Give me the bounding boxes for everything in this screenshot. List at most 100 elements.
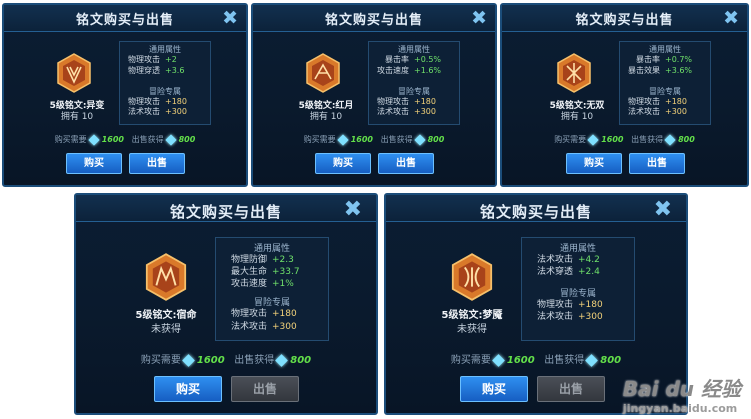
rune-obtained-status: 未获得 (457, 324, 487, 335)
stat-value: +180 (665, 96, 687, 106)
crystal-gem-icon (275, 353, 289, 367)
stat-name: 暴击率 (385, 55, 409, 64)
close-icon[interactable]: ✖ (654, 199, 672, 221)
stat-value: +2.4 (578, 267, 600, 278)
stat-row: 物理攻击 +180 (522, 299, 634, 311)
rune-icon (145, 253, 187, 301)
stat-name: 法术攻击 (536, 312, 573, 323)
buy-button[interactable]: 购买 (66, 153, 122, 174)
rune-icon (306, 53, 340, 93)
sell-price: 800 (290, 355, 312, 366)
rune-dialog-3: 铭文购买与出售 ✖ 5级铭文:无双 拥有 10 通用属性 暴击率 +0.7% 暴击… (500, 3, 749, 187)
common-stats-header: 通用属性 (649, 45, 681, 54)
stat-value: +300 (578, 312, 603, 323)
close-icon[interactable]: ✖ (222, 8, 238, 28)
buy-price-label: 购买需要 (303, 135, 336, 144)
adventure-stats-header: 冒险专属 (149, 86, 181, 96)
stat-row: 最大生命 +33.7 (216, 266, 328, 278)
adventure-stats-header: 冒险专属 (253, 298, 290, 309)
close-icon[interactable]: ✖ (344, 199, 362, 221)
stat-name: 物理攻击 (230, 309, 267, 320)
close-icon[interactable]: ✖ (723, 8, 739, 28)
sell-price: 800 (427, 135, 445, 144)
stat-name: 法术攻击 (230, 321, 267, 332)
sell-button[interactable]: 出售 (629, 153, 685, 174)
stat-row: 法术攻击 +300 (120, 107, 210, 118)
adventure-stats-header: 冒险专属 (559, 289, 596, 300)
baidu-logo: Bai du 经验 (622, 377, 741, 401)
rune-owned-count: 拥有 10 (309, 112, 343, 122)
rune-dialog-4: 铭文购买与出售 ✖ 5级铭文:宿命 未获得 通用属性 物理防御 +2.3 最大生命… (74, 193, 378, 415)
stat-name: 物理攻击 (377, 96, 409, 106)
buy-button[interactable]: 购买 (154, 376, 222, 402)
sell-button[interactable]: 出售 (129, 153, 185, 174)
rune-owned-count: 拥有 10 (560, 112, 594, 122)
sell-price: 800 (678, 135, 695, 144)
stat-row: 物理穿透 +3.6 (120, 66, 210, 77)
stat-value: +180 (578, 300, 603, 311)
adventure-stats-header: 冒险专属 (398, 86, 430, 96)
stat-name: 攻击速度 (377, 65, 409, 75)
buy-price: 1600 (601, 135, 624, 144)
stat-name: 物理穿透 (128, 65, 160, 75)
buy-button[interactable]: 购买 (460, 376, 528, 402)
price-line: 购买需要 1600 出售获得 800 (4, 133, 246, 146)
buy-button[interactable]: 购买 (566, 153, 622, 174)
sell-button-disabled: 出售 (231, 376, 299, 402)
rune-dialog-2: 铭文购买与出售 ✖ 5级铭文:红月 拥有 10 通用属性 暴击率 +0.5% 攻击… (251, 3, 497, 187)
stat-row: 暴击率 +0.5% (369, 55, 459, 66)
rune-icon (451, 253, 493, 301)
stat-value: +180 (272, 309, 297, 320)
sell-price: 800 (600, 355, 622, 366)
rune-owned-count: 拥有 10 (60, 112, 94, 122)
crystal-gem-icon (164, 133, 177, 146)
buy-price: 1600 (506, 355, 535, 366)
buy-price-label: 购买需要 (450, 355, 491, 366)
dialog-title: 铭文购买与出售 (479, 203, 592, 221)
dialog-title: 铭文购买与出售 (75, 13, 174, 28)
stat-value: +1% (272, 279, 294, 290)
sell-button-disabled: 出售 (537, 376, 605, 402)
stat-value: +300 (414, 107, 436, 117)
sell-price-label: 出售获得 (544, 355, 585, 366)
watermark-url: jingyan.baidu.com (622, 402, 738, 415)
stat-row: 物理防御 +2.3 (216, 254, 328, 266)
stats-box: 通用属性 物理防御 +2.3 最大生命 +33.7 攻击速度 +1% 冒险专属 物理攻… (215, 237, 329, 341)
stat-name: 法术攻击 (536, 255, 573, 265)
stat-name: 物理攻击 (128, 55, 160, 64)
close-icon[interactable]: ✖ (471, 8, 487, 28)
dialog-title: 铭文购买与出售 (324, 13, 423, 28)
rune-obtained-status: 未获得 (151, 324, 181, 335)
stat-name: 最大生命 (230, 267, 267, 278)
stat-name: 攻击速度 (230, 279, 267, 290)
rune-name: 5级铭文:梦魇 (441, 310, 503, 321)
sell-button[interactable]: 出售 (378, 153, 434, 174)
buy-button[interactable]: 购买 (315, 153, 371, 174)
price-line: 购买需要 1600 出售获得 800 (253, 133, 495, 146)
rune-dialog-1: 铭文购买与出售 ✖ 5级铭文:异变 拥有 10 通用属性 物理攻击 +2 物理穿透… (2, 3, 248, 187)
crystal-gem-icon (587, 133, 599, 146)
stat-row: 暴击效果 +3.6% (620, 66, 710, 77)
baidu-jingyan-watermark: Bai du 经验 jingyan.baidu.com (623, 373, 745, 415)
stat-value: +3.6 (165, 65, 185, 75)
stat-row: 法术攻击 +300 (369, 107, 459, 118)
rune-icon (57, 53, 91, 93)
stat-value: +2.3 (272, 255, 294, 265)
stats-box: 通用属性 物理攻击 +2 物理穿透 +3.6 冒险专属 物理攻击 +180 法术攻击 +… (119, 41, 211, 125)
stat-row: 法术攻击 +4.2 (522, 254, 634, 266)
dialog-title: 铭文购买与出售 (169, 203, 282, 221)
stat-name: 物理攻击 (128, 96, 160, 106)
buy-price: 1600 (101, 135, 124, 144)
common-stats-header: 通用属性 (398, 45, 430, 54)
crystal-gem-icon (585, 353, 599, 367)
stat-name: 暴击效果 (628, 65, 660, 75)
stat-value: +0.7% (665, 55, 693, 64)
stat-value: +0.5% (414, 55, 442, 64)
stat-value: +1.6% (414, 65, 442, 75)
crystal-gem-icon (88, 133, 100, 146)
crystal-gem-icon (491, 353, 505, 367)
stat-name: 暴击率 (636, 55, 660, 64)
stats-box: 通用属性 暴击率 +0.5% 攻击速度 +1.6% 冒险专属 物理攻击 +180 法术… (368, 41, 460, 125)
sell-price-label: 出售获得 (380, 135, 413, 144)
rune-name: 5级铭文:宿命 (135, 310, 197, 321)
